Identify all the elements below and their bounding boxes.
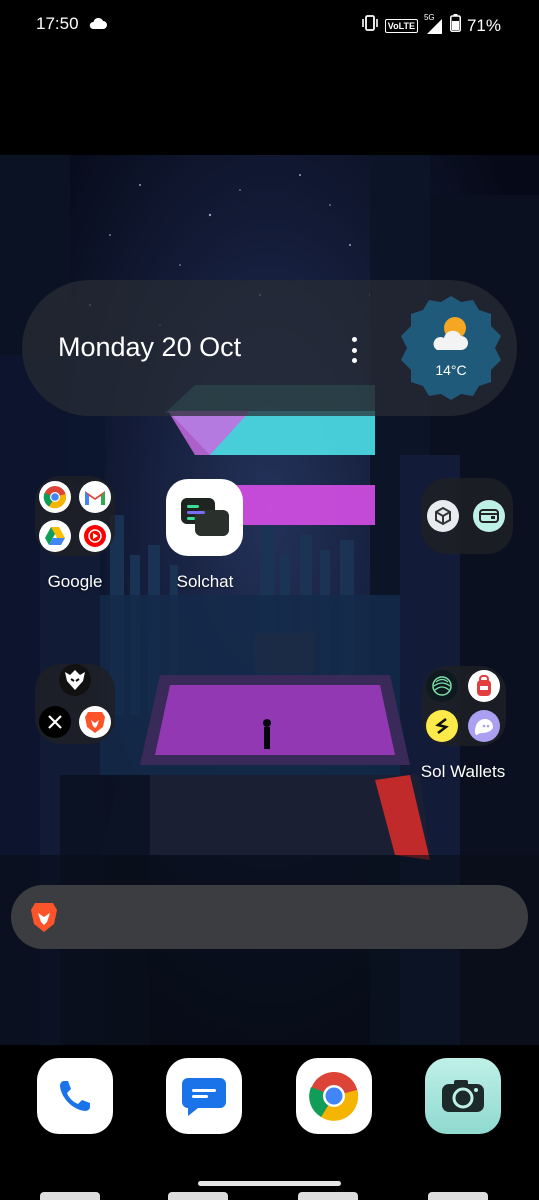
x-icon	[39, 706, 71, 738]
battery-icon	[449, 14, 461, 37]
sol-wallets-label: Sol Wallets	[420, 762, 506, 781]
camera-app[interactable]	[425, 1058, 501, 1134]
brave-icon	[79, 706, 111, 738]
solchat-icon	[180, 497, 229, 536]
app-drawer-peek[interactable]	[168, 1192, 228, 1200]
brave-lion-icon	[29, 901, 59, 938]
app-drawer-peek[interactable]	[298, 1192, 358, 1200]
status-bar: 17:50 VoLTE 5G 71%	[0, 0, 539, 50]
weather-widget[interactable]: 14°C	[395, 292, 507, 404]
gesture-handle[interactable]	[198, 1181, 341, 1186]
app-drawer-peek[interactable]	[40, 1192, 100, 1200]
cube-icon	[427, 500, 459, 532]
sol-wallets-folder[interactable]	[422, 666, 506, 746]
phantom-icon	[468, 710, 500, 742]
date-text[interactable]: Monday 20 Oct	[58, 332, 241, 363]
camera-icon	[442, 1080, 484, 1112]
volte-badge: VoLTE	[384, 18, 418, 33]
chrome-icon	[39, 481, 71, 513]
partly-cloudy-icon	[429, 314, 473, 359]
widget-menu-icon[interactable]	[348, 337, 360, 363]
google-folder[interactable]	[35, 476, 115, 556]
cloud-icon	[88, 16, 108, 35]
wave-icon	[426, 670, 458, 702]
chrome-app[interactable]	[296, 1058, 372, 1134]
phone-icon	[60, 1081, 90, 1111]
vibrate-icon	[361, 15, 379, 36]
signal-icon: 5G	[424, 13, 444, 35]
chrome-icon	[309, 1072, 358, 1121]
gmail-icon	[79, 481, 111, 513]
drive-icon	[39, 520, 71, 552]
solchat-app[interactable]	[166, 479, 243, 556]
search-bar[interactable]	[11, 885, 528, 949]
eagle-icon	[59, 664, 91, 696]
wallet-card-icon	[473, 500, 505, 532]
phone-app[interactable]	[37, 1058, 113, 1134]
backpack-icon	[468, 670, 500, 702]
clock-time: 17:50	[36, 14, 79, 33]
app-folder-top-right[interactable]	[421, 478, 513, 554]
solflare-icon	[426, 710, 458, 742]
google-folder-label: Google	[47, 572, 103, 591]
social-folder[interactable]	[35, 664, 115, 744]
app-drawer-peek[interactable]	[428, 1192, 488, 1200]
messages-app[interactable]	[166, 1058, 242, 1134]
battery-percent: 71%	[466, 15, 501, 35]
status-icons: VoLTE 5G 71%	[361, 13, 501, 37]
youtube-music-icon	[79, 520, 111, 552]
messages-icon	[182, 1078, 226, 1116]
temperature-text: 14°C	[435, 362, 467, 378]
solchat-label: Solchat	[176, 572, 234, 591]
